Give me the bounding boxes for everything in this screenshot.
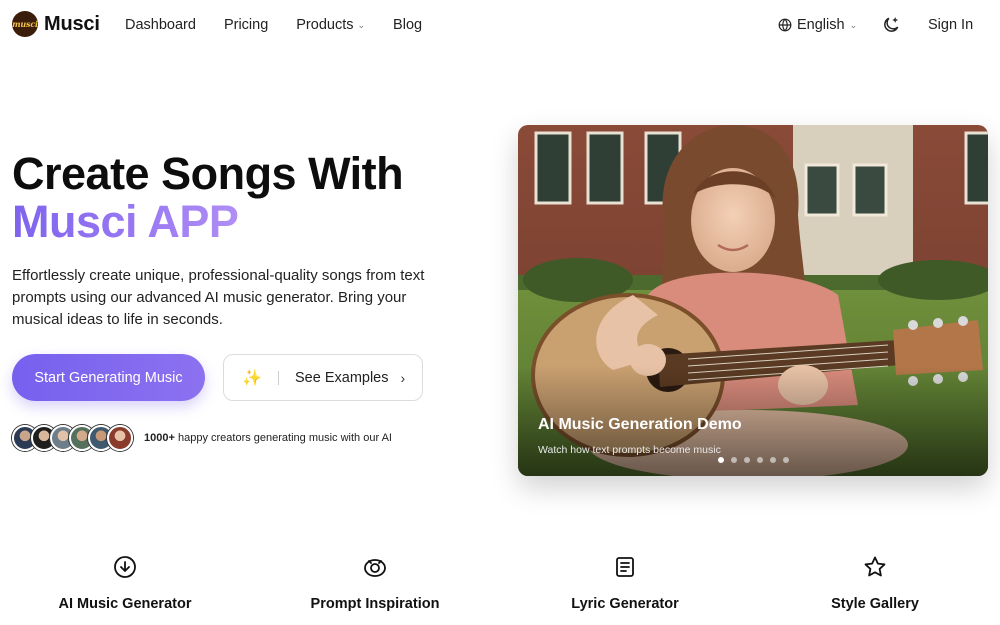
nav-link-label: Dashboard xyxy=(125,17,196,33)
feature-prompt-inspiration[interactable]: Prompt Inspiration xyxy=(250,555,500,612)
brand-name: Musci xyxy=(44,12,100,35)
feature-ai-music-generator[interactable]: AI Music Generator xyxy=(0,555,250,612)
divider xyxy=(278,370,279,385)
logo-text: musci xyxy=(12,19,38,29)
features-row: AI Music Generator Prompt Inspiration Ly… xyxy=(0,555,1000,625)
nav-right: English ⌄ Sign In xyxy=(770,15,1000,37)
see-examples-button[interactable]: ✨ See Examples › xyxy=(223,354,423,401)
avatar xyxy=(107,425,133,451)
nav-link-pricing[interactable]: Pricing xyxy=(224,17,268,33)
creators-count-text: 1000+ happy creators generating music wi… xyxy=(144,432,392,444)
theme-toggle-moon-icon[interactable] xyxy=(881,15,901,35)
top-navbar: musci Musci Dashboard Pricing Products ⌄ … xyxy=(0,0,1000,52)
chevron-down-icon: ⌄ xyxy=(849,19,858,30)
nav-link-label: Products xyxy=(296,17,354,33)
carousel-dot[interactable] xyxy=(783,457,789,463)
carousel-dot[interactable] xyxy=(757,457,763,463)
carousel-dot[interactable] xyxy=(744,457,750,463)
nav-link-blog[interactable]: Blog xyxy=(393,17,422,33)
hero-title-line1: Create Songs With xyxy=(12,148,404,199)
carousel-dots xyxy=(718,457,789,463)
feature-style-gallery[interactable]: Style Gallery xyxy=(750,555,1000,612)
demo-carousel[interactable]: AI Music Generation Demo Watch how text … xyxy=(518,125,988,476)
nav-link-products[interactable]: Products ⌄ xyxy=(296,17,365,33)
download-circle-icon xyxy=(114,556,136,578)
language-selector[interactable]: English ⌄ xyxy=(778,17,857,33)
nav-links: Dashboard Pricing Products ⌄ Blog xyxy=(125,17,450,33)
hero-title: Create Songs With Musci APP xyxy=(12,148,404,247)
carousel-dot[interactable] xyxy=(770,457,776,463)
chevron-down-icon: ⌄ xyxy=(357,19,366,30)
nav-link-dashboard[interactable]: Dashboard xyxy=(125,17,196,33)
carousel-dot[interactable] xyxy=(731,457,737,463)
creator-avatars xyxy=(12,425,133,451)
nav-link-label: Blog xyxy=(393,17,423,33)
chevron-right-icon: › xyxy=(400,369,406,386)
start-generating-button[interactable]: Start Generating Music xyxy=(12,354,205,401)
musci-logo-icon: musci xyxy=(12,11,38,37)
star-icon xyxy=(864,556,886,577)
see-examples-label: See Examples xyxy=(295,369,389,386)
sign-in-link[interactable]: Sign In xyxy=(928,17,973,33)
creators-text: happy creators generating music with our… xyxy=(177,432,392,444)
carousel-title: AI Music Generation Demo xyxy=(538,416,742,433)
feature-label: Lyric Generator xyxy=(571,596,679,612)
feature-label: Prompt Inspiration xyxy=(310,596,440,612)
language-label: English xyxy=(797,17,845,33)
document-icon xyxy=(616,557,634,577)
hero-title-accent: Musci APP xyxy=(12,196,239,247)
carousel-subtitle: Watch how text prompts become music xyxy=(538,444,721,456)
eye-target-icon xyxy=(364,559,386,577)
feature-lyric-generator[interactable]: Lyric Generator xyxy=(500,555,750,612)
globe-icon xyxy=(778,18,792,32)
carousel-dot[interactable] xyxy=(718,457,724,463)
nav-link-label: Pricing xyxy=(223,17,269,33)
hero-description: Effortlessly create unique, professional… xyxy=(12,267,425,328)
feature-label: AI Music Generator xyxy=(58,596,192,612)
feature-label: Style Gallery xyxy=(831,596,919,612)
brand-logo-link[interactable]: musci Musci xyxy=(12,11,100,37)
sparkle-icon: ✨ xyxy=(242,369,262,387)
creators-count: 1000+ xyxy=(144,432,175,444)
